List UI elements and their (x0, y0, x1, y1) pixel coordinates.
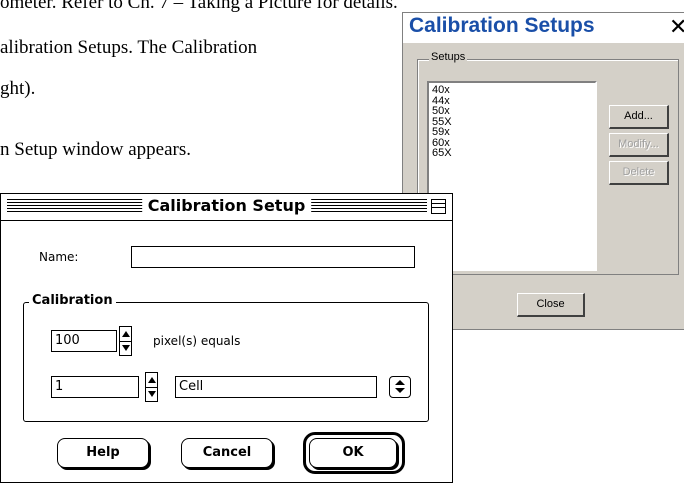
list-item[interactable]: 59x (432, 127, 592, 138)
delete-button[interactable]: Delete (609, 161, 669, 185)
pixels-stepper[interactable] (119, 326, 132, 356)
title-bar: Calibration Setups ✕ (403, 13, 684, 43)
unit-popup-icon[interactable] (389, 376, 411, 398)
stepper-down-icon[interactable] (120, 341, 131, 355)
name-label: Name: (39, 250, 79, 264)
unit-select[interactable]: Cell (175, 376, 377, 398)
list-item[interactable]: 55X (432, 116, 592, 128)
dialog-title: Calibration Setup (141, 196, 312, 215)
doc-line-2: alibration Setups. The Calibration (0, 37, 258, 58)
list-item[interactable]: 60x (432, 137, 592, 149)
list-item[interactable]: 65X (432, 148, 592, 159)
cancel-button[interactable]: Cancel (181, 438, 273, 468)
list-item[interactable]: 50x (432, 106, 592, 117)
doc-line-3: ght). (0, 78, 36, 99)
window-zoom-icon[interactable] (431, 199, 446, 214)
units-value-field[interactable]: 1 (51, 376, 139, 398)
calibration-setup-dialog: Calibration Setup Name: Calibration 100 … (0, 193, 453, 483)
modify-button[interactable]: Modify... (609, 133, 669, 157)
list-item[interactable]: 44x (432, 95, 592, 107)
title-bar: Calibration Setup (1, 194, 452, 221)
name-field[interactable] (131, 246, 415, 268)
ok-button[interactable]: OK (309, 438, 397, 468)
list-item[interactable]: 40x (432, 85, 592, 96)
stepper-up-icon[interactable] (146, 373, 157, 388)
help-button[interactable]: Help (57, 438, 149, 468)
close-button[interactable]: Close (517, 293, 585, 317)
stepper-down-icon[interactable] (146, 387, 157, 401)
setups-group-label: Setups (429, 51, 468, 63)
calibration-group-label: Calibration (29, 293, 116, 308)
doc-line-4: n Setup window appears. (0, 139, 192, 160)
stepper-up-icon[interactable] (120, 327, 131, 342)
doc-line-1: ometer. Refer to Ch. 7 – Taking a Pictur… (0, 0, 398, 13)
window-title: Calibration Setups (409, 14, 595, 37)
calibration-group (23, 302, 429, 422)
add-button[interactable]: Add... (609, 105, 669, 129)
units-stepper[interactable] (145, 372, 158, 402)
close-icon[interactable]: ✕ (669, 15, 684, 39)
pixels-equals-label: pixel(s) equals (153, 334, 241, 348)
pixels-field[interactable]: 100 (51, 330, 117, 352)
